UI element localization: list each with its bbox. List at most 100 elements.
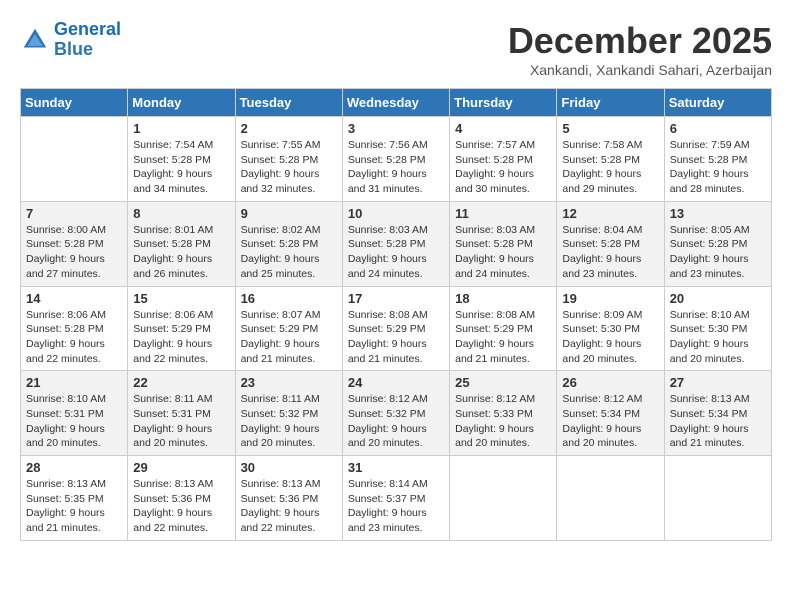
day-info: Sunrise: 8:09 AMSunset: 5:30 PMDaylight:… <box>562 308 658 367</box>
day-info: Sunrise: 8:06 AMSunset: 5:29 PMDaylight:… <box>133 308 229 367</box>
weekday-header: Wednesday <box>342 89 449 117</box>
day-number: 8 <box>133 206 229 221</box>
day-cell: 21 Sunrise: 8:10 AMSunset: 5:31 PMDayligh… <box>21 371 128 456</box>
day-info: Sunrise: 8:08 AMSunset: 5:29 PMDaylight:… <box>348 308 444 367</box>
day-cell: 30 Sunrise: 8:13 AMSunset: 5:36 PMDayligh… <box>235 456 342 541</box>
day-cell: 10Sunrise: 8:03 AMSunset: 5:28 PMDayligh… <box>342 201 449 286</box>
weekday-header: Sunday <box>21 89 128 117</box>
day-cell: 17 Sunrise: 8:08 AMSunset: 5:29 PMDayligh… <box>342 286 449 371</box>
day-number: 30 <box>241 460 337 475</box>
day-info: Sunrise: 8:13 AMSunset: 5:36 PMDaylight:… <box>241 477 337 536</box>
day-cell: 11 Sunrise: 8:03 AMSunset: 5:28 PMDayligh… <box>450 201 557 286</box>
day-number: 27 <box>670 375 766 390</box>
day-number: 28 <box>26 460 122 475</box>
weekday-header: Monday <box>128 89 235 117</box>
day-info: Sunrise: 8:12 AMSunset: 5:34 PMDaylight:… <box>562 392 658 451</box>
day-info: Sunrise: 8:11 AMSunset: 5:32 PMDaylight:… <box>241 392 337 451</box>
day-info: Sunrise: 8:06 AMSunset: 5:28 PMDaylight:… <box>26 308 122 367</box>
page-header: General Blue December 2025 Xankandi, Xan… <box>20 20 772 78</box>
day-number: 16 <box>241 291 337 306</box>
day-info: Sunrise: 7:59 AMSunset: 5:28 PMDaylight:… <box>670 138 766 197</box>
day-number: 4 <box>455 121 551 136</box>
day-cell: 9 Sunrise: 8:02 AMSunset: 5:28 PMDaylight… <box>235 201 342 286</box>
day-cell <box>664 456 771 541</box>
day-number: 19 <box>562 291 658 306</box>
day-number: 10 <box>348 206 444 221</box>
day-number: 21 <box>26 375 122 390</box>
week-row: 21 Sunrise: 8:10 AMSunset: 5:31 PMDayligh… <box>21 371 772 456</box>
day-info: Sunrise: 8:11 AMSunset: 5:31 PMDaylight:… <box>133 392 229 451</box>
title-block: December 2025 Xankandi, Xankandi Sahari,… <box>508 20 772 78</box>
calendar-header: SundayMondayTuesdayWednesdayThursdayFrid… <box>21 89 772 117</box>
day-info: Sunrise: 8:12 AMSunset: 5:33 PMDaylight:… <box>455 392 551 451</box>
day-cell: 16 Sunrise: 8:07 AMSunset: 5:29 PMDayligh… <box>235 286 342 371</box>
day-number: 17 <box>348 291 444 306</box>
weekday-header: Saturday <box>664 89 771 117</box>
week-row: 14Sunrise: 8:06 AMSunset: 5:28 PMDayligh… <box>21 286 772 371</box>
day-info: Sunrise: 7:54 AMSunset: 5:28 PMDaylight:… <box>133 138 229 197</box>
day-info: Sunrise: 8:07 AMSunset: 5:29 PMDaylight:… <box>241 308 337 367</box>
day-number: 9 <box>241 206 337 221</box>
day-number: 11 <box>455 206 551 221</box>
day-info: Sunrise: 8:12 AMSunset: 5:32 PMDaylight:… <box>348 392 444 451</box>
day-number: 29 <box>133 460 229 475</box>
calendar-body: 1 Sunrise: 7:54 AMSunset: 5:28 PMDaylight… <box>21 117 772 541</box>
day-cell: 12 Sunrise: 8:04 AMSunset: 5:28 PMDayligh… <box>557 201 664 286</box>
day-info: Sunrise: 8:03 AMSunset: 5:28 PMDaylight:… <box>455 223 551 282</box>
logo: General Blue <box>20 20 121 60</box>
day-number: 1 <box>133 121 229 136</box>
weekday-header: Tuesday <box>235 89 342 117</box>
day-cell: 28 Sunrise: 8:13 AMSunset: 5:35 PMDayligh… <box>21 456 128 541</box>
day-cell: 7Sunrise: 8:00 AMSunset: 5:28 PMDaylight… <box>21 201 128 286</box>
day-number: 3 <box>348 121 444 136</box>
day-number: 12 <box>562 206 658 221</box>
day-number: 23 <box>241 375 337 390</box>
day-cell: 20Sunrise: 8:10 AMSunset: 5:30 PMDayligh… <box>664 286 771 371</box>
day-info: Sunrise: 8:04 AMSunset: 5:28 PMDaylight:… <box>562 223 658 282</box>
day-number: 20 <box>670 291 766 306</box>
day-info: Sunrise: 7:57 AMSunset: 5:28 PMDaylight:… <box>455 138 551 197</box>
day-info: Sunrise: 7:56 AMSunset: 5:28 PMDaylight:… <box>348 138 444 197</box>
day-number: 6 <box>670 121 766 136</box>
logo-icon <box>20 25 50 55</box>
day-number: 25 <box>455 375 551 390</box>
day-number: 2 <box>241 121 337 136</box>
day-cell: 13 Sunrise: 8:05 AMSunset: 5:28 PMDayligh… <box>664 201 771 286</box>
day-info: Sunrise: 8:08 AMSunset: 5:29 PMDaylight:… <box>455 308 551 367</box>
day-info: Sunrise: 8:02 AMSunset: 5:28 PMDaylight:… <box>241 223 337 282</box>
day-cell: 3 Sunrise: 7:56 AMSunset: 5:28 PMDaylight… <box>342 117 449 202</box>
day-cell: 31 Sunrise: 8:14 AMSunset: 5:37 PMDayligh… <box>342 456 449 541</box>
logo-line2: Blue <box>54 39 93 59</box>
day-cell: 4 Sunrise: 7:57 AMSunset: 5:28 PMDaylight… <box>450 117 557 202</box>
calendar-table: SundayMondayTuesdayWednesdayThursdayFrid… <box>20 88 772 541</box>
day-cell: 29 Sunrise: 8:13 AMSunset: 5:36 PMDayligh… <box>128 456 235 541</box>
day-info: Sunrise: 8:10 AMSunset: 5:31 PMDaylight:… <box>26 392 122 451</box>
day-cell: 25 Sunrise: 8:12 AMSunset: 5:33 PMDayligh… <box>450 371 557 456</box>
day-number: 15 <box>133 291 229 306</box>
day-cell <box>557 456 664 541</box>
day-cell: 18Sunrise: 8:08 AMSunset: 5:29 PMDayligh… <box>450 286 557 371</box>
day-info: Sunrise: 8:13 AMSunset: 5:35 PMDaylight:… <box>26 477 122 536</box>
weekday-header: Thursday <box>450 89 557 117</box>
weekday-row: SundayMondayTuesdayWednesdayThursdayFrid… <box>21 89 772 117</box>
week-row: 7Sunrise: 8:00 AMSunset: 5:28 PMDaylight… <box>21 201 772 286</box>
day-info: Sunrise: 8:14 AMSunset: 5:37 PMDaylight:… <box>348 477 444 536</box>
day-number: 31 <box>348 460 444 475</box>
day-cell: 2 Sunrise: 7:55 AMSunset: 5:28 PMDaylight… <box>235 117 342 202</box>
day-info: Sunrise: 7:55 AMSunset: 5:28 PMDaylight:… <box>241 138 337 197</box>
day-cell: 19 Sunrise: 8:09 AMSunset: 5:30 PMDayligh… <box>557 286 664 371</box>
day-cell: 27Sunrise: 8:13 AMSunset: 5:34 PMDayligh… <box>664 371 771 456</box>
day-info: Sunrise: 8:05 AMSunset: 5:28 PMDaylight:… <box>670 223 766 282</box>
logo-line1: General <box>54 19 121 39</box>
day-cell: 5Sunrise: 7:58 AMSunset: 5:28 PMDaylight… <box>557 117 664 202</box>
day-number: 13 <box>670 206 766 221</box>
day-number: 24 <box>348 375 444 390</box>
day-cell: 22Sunrise: 8:11 AMSunset: 5:31 PMDayligh… <box>128 371 235 456</box>
logo-text: General Blue <box>54 20 121 60</box>
weekday-header: Friday <box>557 89 664 117</box>
day-cell: 26Sunrise: 8:12 AMSunset: 5:34 PMDayligh… <box>557 371 664 456</box>
day-info: Sunrise: 8:13 AMSunset: 5:36 PMDaylight:… <box>133 477 229 536</box>
month-title: December 2025 <box>508 20 772 62</box>
day-cell: 15 Sunrise: 8:06 AMSunset: 5:29 PMDayligh… <box>128 286 235 371</box>
day-info: Sunrise: 8:01 AMSunset: 5:28 PMDaylight:… <box>133 223 229 282</box>
